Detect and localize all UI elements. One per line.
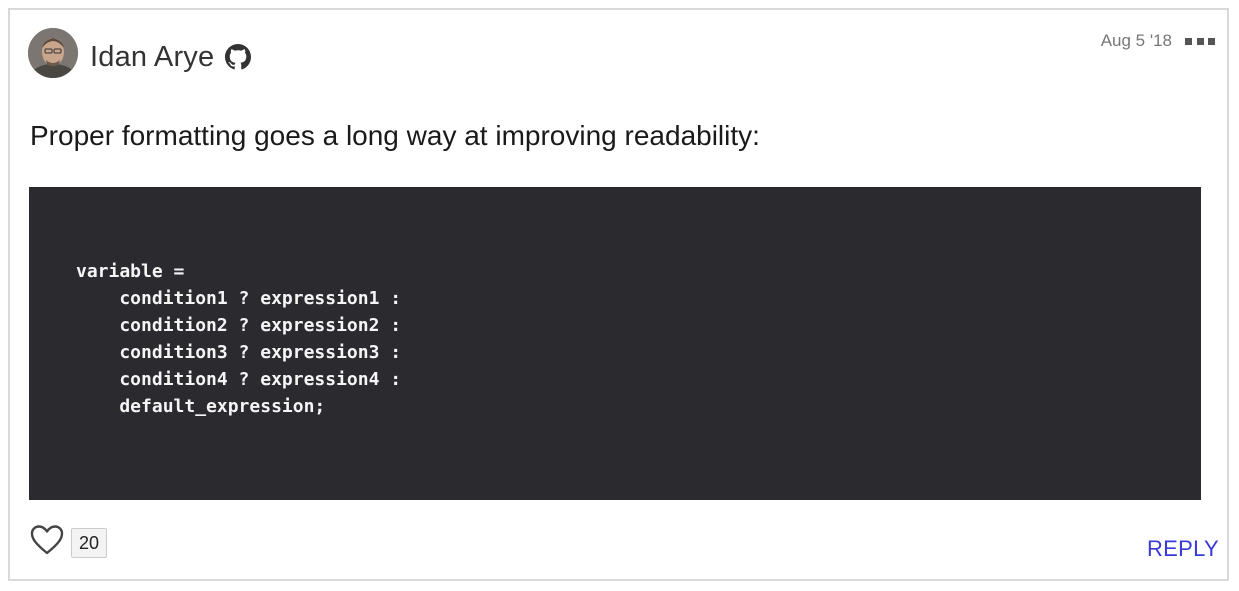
more-dot <box>1208 37 1215 45</box>
reply-button[interactable]: REPLY <box>1147 535 1219 563</box>
more-dot <box>1196 37 1204 45</box>
more-dot <box>1185 37 1192 45</box>
post-date[interactable]: Aug 5 '18 <box>1101 29 1172 53</box>
heart-icon[interactable] <box>30 524 64 556</box>
like-count-badge: 20 <box>71 528 107 558</box>
code-block: variable = condition1 ? expression1 : co… <box>29 187 1201 500</box>
avatar-image <box>28 28 78 78</box>
comment-card: Idan Arye Aug 5 '18 Proper formatting go… <box>8 8 1229 581</box>
github-icon[interactable] <box>225 44 251 70</box>
more-options-icon[interactable] <box>1185 32 1215 50</box>
comment-text: Proper formatting goes a long way at imp… <box>30 120 760 151</box>
avatar[interactable] <box>28 28 78 78</box>
author-name[interactable]: Idan Arye <box>90 39 214 75</box>
